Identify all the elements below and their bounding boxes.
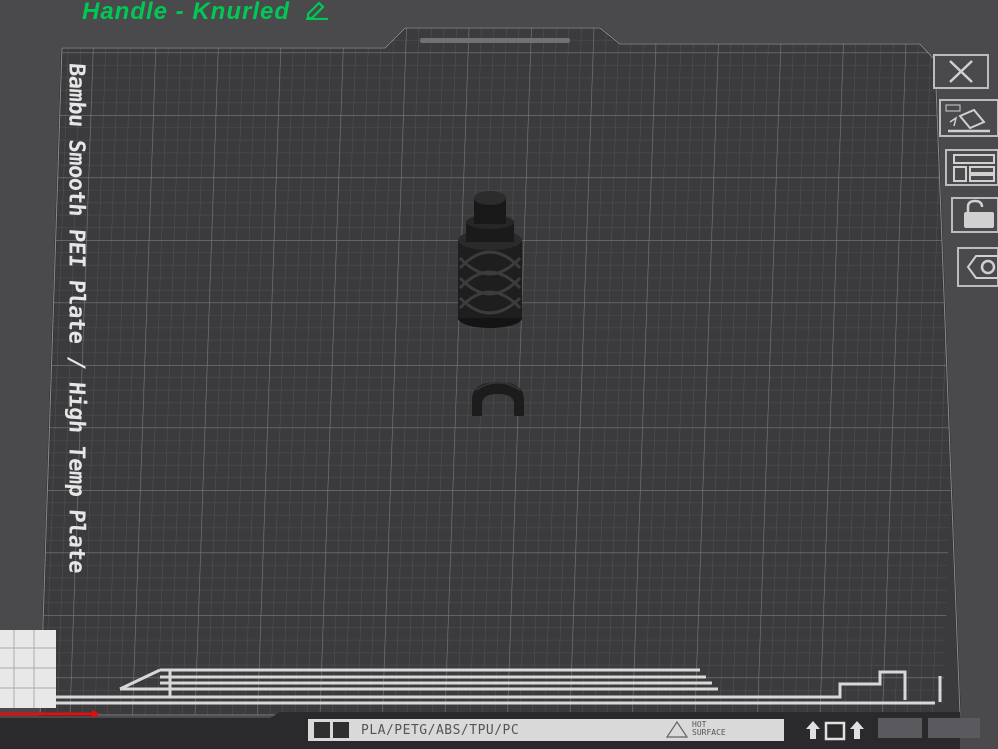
lock-button[interactable] <box>952 198 998 232</box>
auto-orient-icon <box>945 104 990 133</box>
plate-info-strip: PLA/PETG/ABS/TPU/PC HOT SURFACE <box>308 719 784 741</box>
close-plate-button[interactable] <box>934 55 988 88</box>
compatible-materials: PLA/PETG/ABS/TPU/PC <box>361 722 520 738</box>
view-cube[interactable] <box>0 630 58 714</box>
plate-corner-icon <box>333 722 349 738</box>
hot-surface-text: HOT SURFACE <box>692 720 726 737</box>
lock-icon <box>964 199 994 228</box>
warning-triangle-icon <box>666 720 688 738</box>
hot-surface-warning: HOT SURFACE <box>666 720 726 738</box>
build-plate-viewport[interactable] <box>0 0 998 749</box>
auto-orient-button[interactable] <box>940 100 998 136</box>
plate-arrows <box>804 719 874 741</box>
view-cube-icon <box>0 630 56 708</box>
plate-type-label: Bambu Smooth PEI Plate / High Temp Plate <box>63 62 89 574</box>
arrange-icon <box>953 154 995 182</box>
lift-arrows-icon <box>806 721 864 741</box>
arrange-button[interactable] <box>946 150 998 185</box>
plate-grid-icon <box>314 722 330 738</box>
settings-button[interactable] <box>958 248 998 286</box>
settings-icon <box>966 255 998 279</box>
close-icon <box>949 60 973 83</box>
